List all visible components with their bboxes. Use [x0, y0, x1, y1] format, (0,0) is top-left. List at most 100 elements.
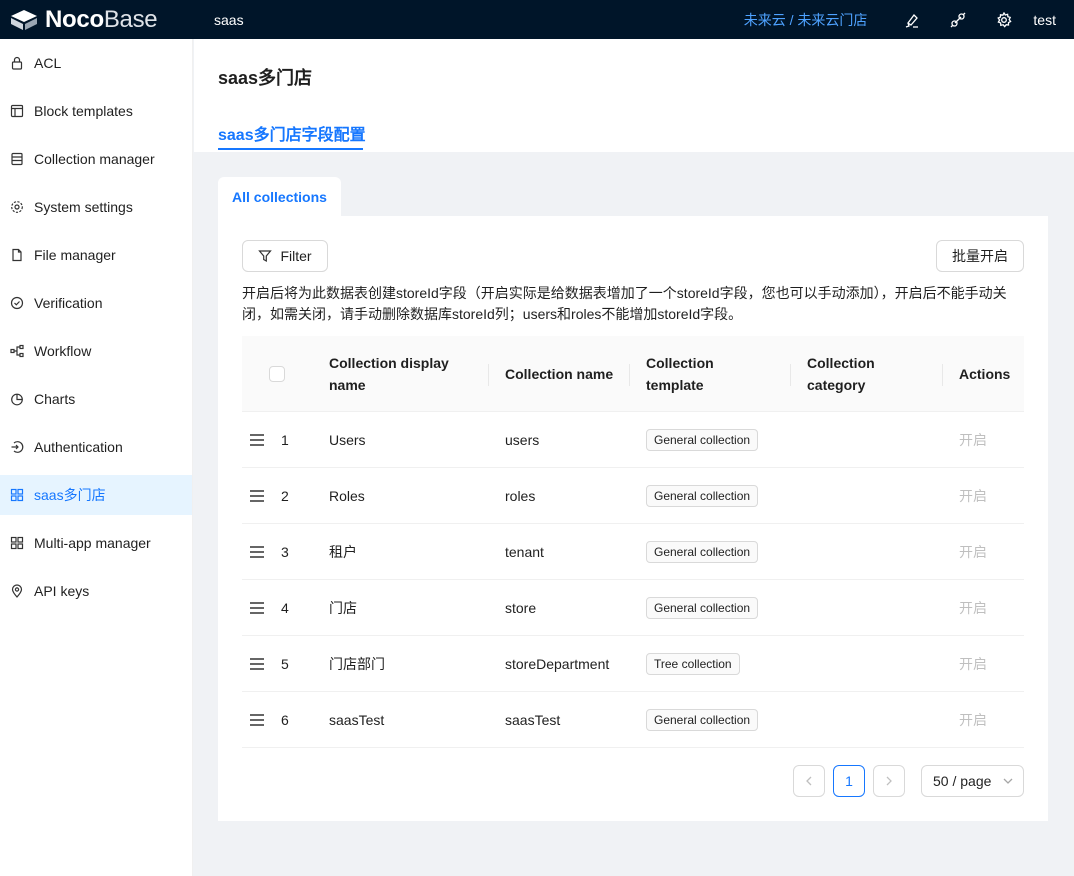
sidebar-item-workflow[interactable]: Workflow — [0, 331, 192, 371]
sidebar-item-label: Charts — [34, 391, 76, 407]
column-header[interactable]: Collection template — [646, 352, 746, 396]
batch-enable-button[interactable]: 批量开启 — [936, 240, 1024, 272]
page-size-value: 50 / page — [933, 773, 992, 789]
database-icon — [10, 152, 24, 166]
row-index: 4 — [281, 600, 289, 616]
logo-icon — [9, 9, 39, 31]
column-header[interactable]: Collection display name — [329, 352, 469, 396]
sidebar-item-saas[interactable]: saas多门店 — [0, 475, 192, 515]
table-row[interactable]: 3 租户 tenant General collection 开启 — [242, 524, 1024, 580]
collection-name: store — [505, 600, 537, 616]
highlighter-icon[interactable] — [889, 0, 935, 39]
sidebar-item-label: saas多门店 — [34, 487, 106, 503]
row-index: 3 — [281, 544, 289, 560]
sidebar-item-charts[interactable]: Charts — [0, 379, 192, 419]
file-icon — [10, 248, 24, 262]
enable-action-link[interactable]: 开启 — [959, 468, 987, 524]
template-tag: General collection — [646, 597, 759, 619]
page-size-select[interactable]: 50 / page — [921, 765, 1024, 797]
lock-icon — [10, 56, 24, 70]
sidebar-item-api-keys[interactable]: API keys — [0, 571, 192, 611]
row-index: 6 — [281, 712, 289, 728]
enable-action-link[interactable]: 开启 — [959, 580, 987, 636]
drag-handle-icon[interactable] — [250, 580, 264, 636]
location-icon — [10, 584, 24, 598]
select-all-checkbox[interactable] — [269, 366, 285, 382]
enable-action-link[interactable]: 开启 — [959, 412, 987, 468]
sidebar-item-multi-app-manager[interactable]: Multi-app manager — [0, 523, 192, 563]
table-row[interactable]: 5 门店部门 storeDepartment Tree collection 开… — [242, 636, 1024, 692]
gear-icon — [10, 200, 24, 214]
table-row[interactable]: 2 Roles roles General collection 开启 — [242, 468, 1024, 524]
user-menu[interactable]: test — [1033, 12, 1056, 28]
collections-card: Filter 批量开启 开启后将为此数据表创建storeId字段（开启实际是给数… — [218, 216, 1048, 821]
filter-button[interactable]: Filter — [242, 240, 328, 272]
row-index: 5 — [281, 656, 289, 672]
enable-action-link[interactable]: 开启 — [959, 692, 987, 748]
sidebar-item-system-settings[interactable]: System settings — [0, 187, 192, 227]
sidebar-item-label: Authentication — [34, 439, 123, 455]
tab-ink-bar — [218, 148, 363, 150]
sidebar-item-block-templates[interactable]: Block templates — [0, 91, 192, 131]
template-tag: General collection — [646, 541, 759, 563]
column-divider — [790, 364, 791, 386]
column-header[interactable]: Collection category — [807, 352, 897, 396]
sidebar-item-verification[interactable]: Verification — [0, 283, 192, 323]
sidebar: ACL Block templates Collection manager S… — [0, 39, 193, 876]
sidebar-item-label: API keys — [34, 583, 90, 599]
column-header[interactable]: Collection name — [505, 363, 613, 385]
chevron-right-icon — [886, 776, 892, 786]
pagination-prev-button[interactable] — [793, 765, 825, 797]
collection-name: users — [505, 432, 540, 448]
logo-text: NocoBase — [45, 5, 158, 33]
chevron-left-icon — [806, 776, 812, 786]
enable-action-link[interactable]: 开启 — [959, 524, 987, 580]
sidebar-item-collection-manager[interactable]: Collection manager — [0, 139, 192, 179]
sidebar-item-label: Multi-app manager — [34, 535, 151, 551]
app-title[interactable]: saas — [214, 12, 244, 28]
filter-icon — [258, 250, 273, 263]
collection-name: tenant — [505, 544, 544, 560]
pagination-page-1[interactable]: 1 — [833, 765, 865, 797]
column-divider — [942, 364, 943, 386]
drag-handle-icon[interactable] — [250, 468, 264, 524]
drag-handle-icon[interactable] — [250, 524, 264, 580]
drag-handle-icon[interactable] — [250, 692, 264, 748]
collections-table: Collection display name Collection name … — [242, 336, 1024, 748]
collection-display-name: saasTest — [329, 712, 385, 728]
sidebar-item-file-manager[interactable]: File manager — [0, 235, 192, 275]
sidebar-item-label: Workflow — [34, 343, 92, 359]
collection-name: roles — [505, 488, 536, 504]
drag-handle-icon[interactable] — [250, 636, 264, 692]
column-header: Actions — [959, 366, 1011, 382]
chevron-down-icon — [1003, 778, 1013, 784]
collection-display-name: 门店 — [329, 600, 357, 616]
plugin-icon[interactable] — [935, 0, 981, 39]
template-tag: General collection — [646, 485, 759, 507]
enable-action-link[interactable]: 开启 — [959, 636, 987, 692]
page-header: saas多门店 saas多门店字段配置 — [194, 39, 1074, 152]
layout-icon — [10, 104, 24, 118]
table-row[interactable]: 4 门店 store General collection 开启 — [242, 580, 1024, 636]
table-row[interactable]: 1 Users users General collection 开启 — [242, 412, 1024, 468]
check-circle-icon — [10, 296, 24, 310]
sidebar-item-label: Verification — [34, 295, 103, 311]
drag-handle-icon[interactable] — [250, 412, 264, 468]
collection-display-name: Roles — [329, 488, 365, 504]
breadcrumb-link[interactable]: 未来云 / 未来云门店 — [744, 10, 868, 30]
pagination-next-button[interactable] — [873, 765, 905, 797]
tab-field-config[interactable]: saas多门店字段配置 — [218, 121, 366, 145]
tab-all-collections[interactable]: All collections — [218, 177, 341, 217]
page-title: saas多门店 — [218, 68, 313, 88]
sidebar-item-acl[interactable]: ACL — [0, 43, 192, 83]
sidebar-item-authentication[interactable]: Authentication — [0, 427, 192, 467]
table-row[interactable]: 6 saasTest saasTest General collection 开… — [242, 692, 1024, 748]
sidebar-item-label: System settings — [34, 199, 133, 215]
nocobase-logo[interactable]: NocoBase — [9, 0, 194, 39]
template-tag: General collection — [646, 709, 759, 731]
table-header: Collection display name Collection name … — [242, 336, 1024, 412]
collection-display-name: Users — [329, 432, 366, 448]
sidebar-item-label: File manager — [34, 247, 116, 263]
gear-icon[interactable] — [981, 0, 1027, 39]
sidebar-item-label: Block templates — [34, 103, 133, 119]
